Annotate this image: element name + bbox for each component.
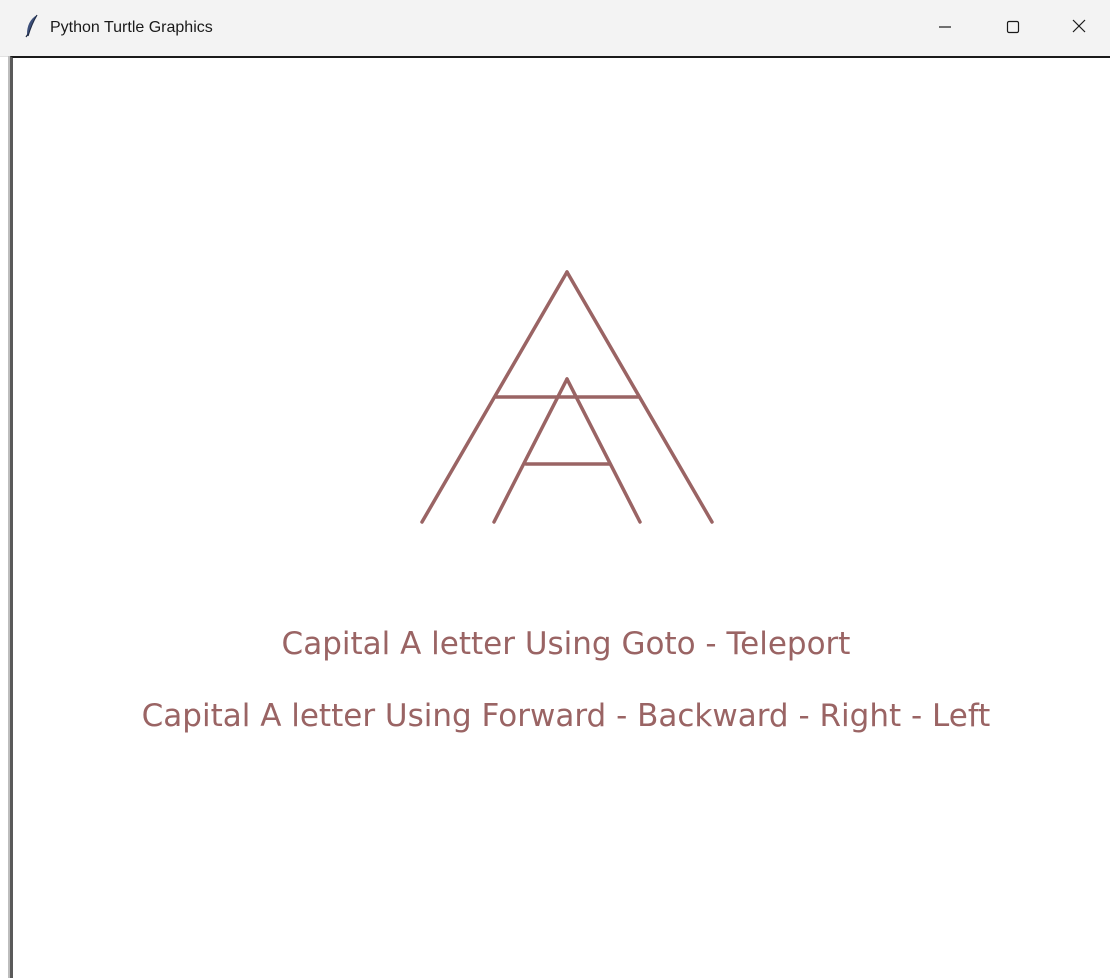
capital-a-drawing	[420, 270, 714, 524]
inner-a-left-stroke	[492, 377, 569, 524]
window-title: Python Turtle Graphics	[50, 19, 213, 36]
caption-goto: Capital A letter Using Goto - Teleport	[281, 626, 851, 662]
maximize-button[interactable]	[980, 0, 1046, 56]
close-button[interactable]	[1046, 0, 1110, 56]
feather-icon	[24, 14, 40, 38]
caption-forward-backward: Capital A letter Using Forward - Backwar…	[141, 698, 991, 734]
title-bar[interactable]: Python Turtle Graphics	[0, 0, 1110, 57]
turtle-drawing	[420, 270, 714, 524]
maximize-icon	[1006, 19, 1020, 38]
inner-a-right-stroke	[565, 377, 642, 524]
minimize-icon	[938, 19, 952, 38]
minimize-button[interactable]	[912, 0, 978, 56]
turtle-window: Python Turtle Graphics Capital A letter …	[0, 0, 1110, 978]
close-icon	[1071, 18, 1087, 38]
turtle-canvas[interactable]	[10, 56, 1110, 978]
